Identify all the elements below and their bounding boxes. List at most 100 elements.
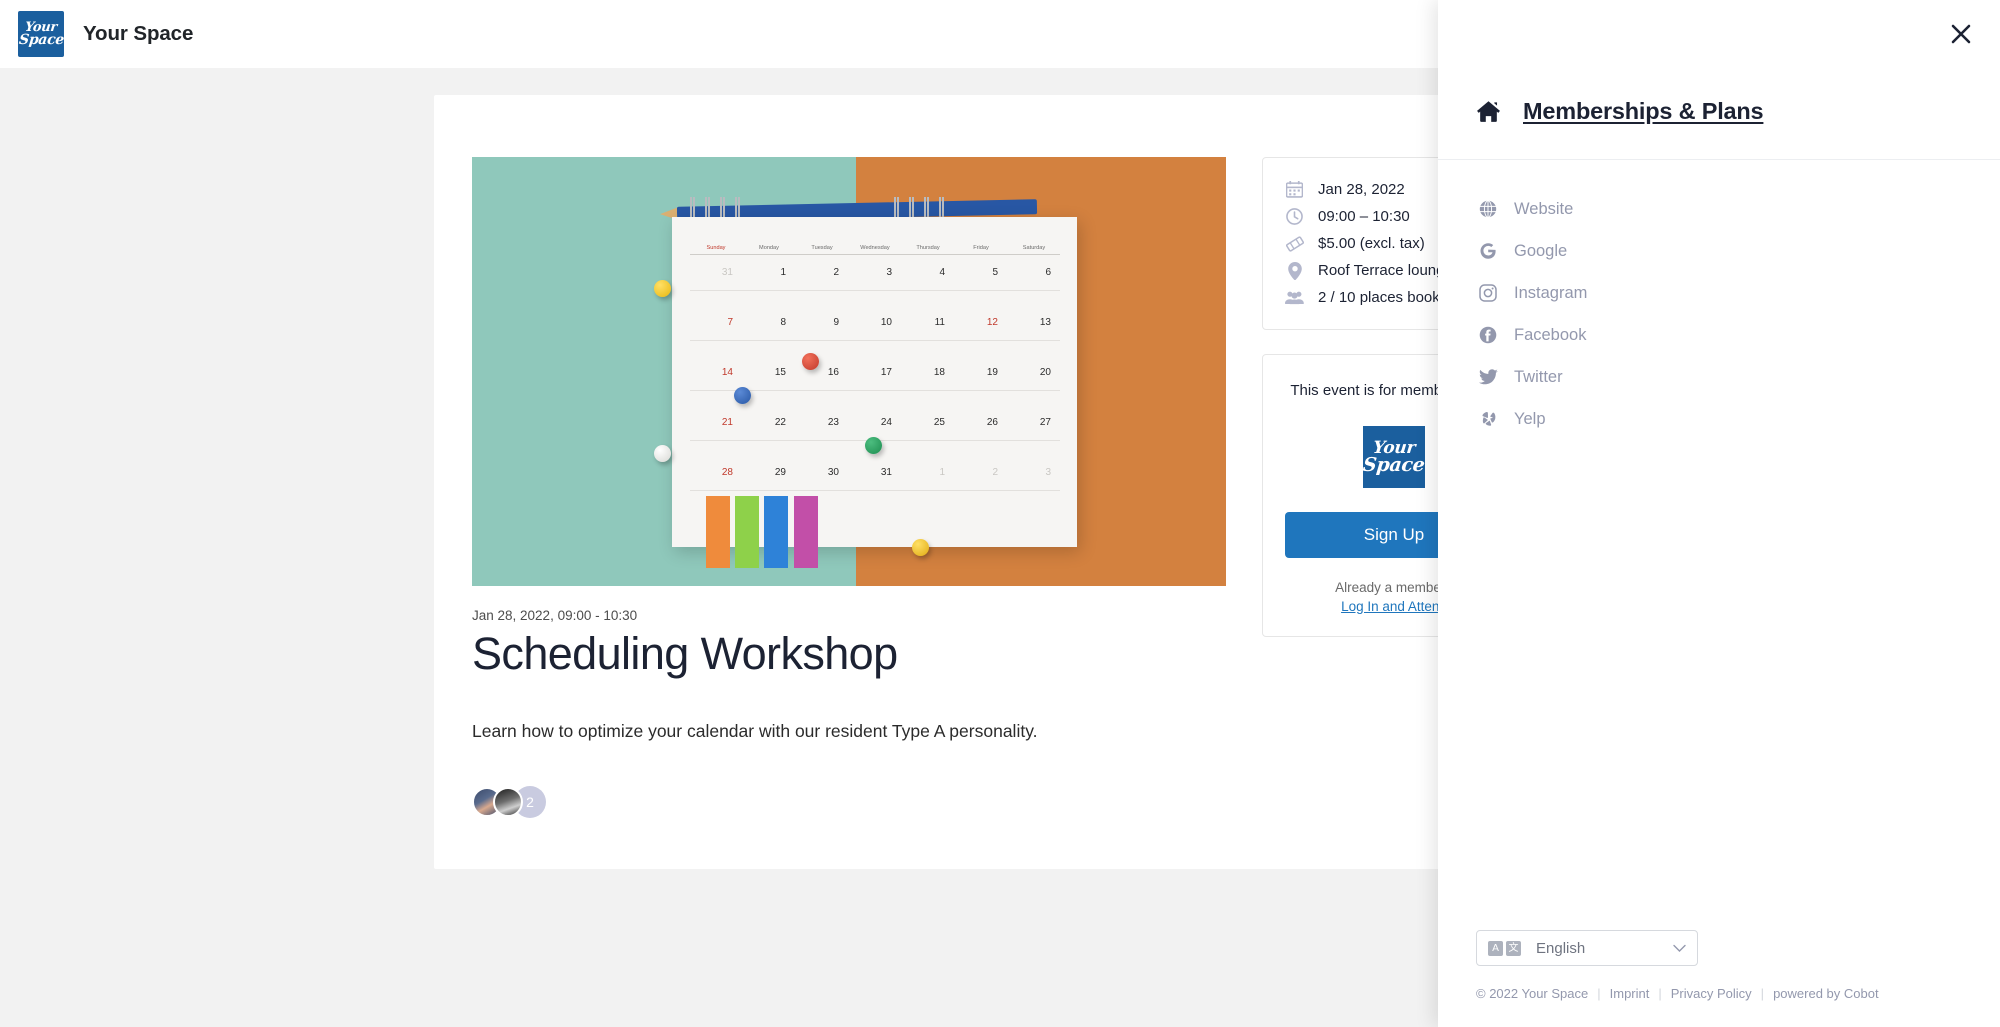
footer-separator: | — [1597, 986, 1601, 1001]
language-value: English — [1536, 939, 1586, 957]
overlay-link-twitter[interactable]: Twitter — [1476, 356, 1962, 398]
twitter-icon — [1476, 369, 1500, 385]
signup-logo-line2: Space — [1363, 453, 1425, 476]
translate-icon: A文 — [1488, 940, 1524, 956]
hero-calendar-week: 7 8 9 10 11 12 13 — [690, 317, 1060, 341]
footer-imprint-link[interactable]: Imprint — [1610, 986, 1650, 1001]
overlay-link-label: Website — [1514, 199, 1574, 218]
hero-calendar-day: 1 — [939, 467, 945, 478]
clock-icon — [1285, 208, 1304, 225]
overlay-link-label: Facebook — [1514, 325, 1587, 344]
hero-weekday: Monday — [759, 245, 779, 251]
memberships-and-plans-link[interactable]: Memberships & Plans — [1523, 98, 1764, 125]
overlay-footer: A文 English © 2022 Your Space | Imprint |… — [1438, 930, 2000, 1027]
hero-calendar-day: 7 — [727, 317, 733, 328]
hero-calendar-day: 23 — [827, 417, 839, 428]
event-main-column: Sunday Monday Tuesday Wednesday Thursday Frid… — [472, 157, 1226, 819]
hero-weekday: Wednesday — [860, 245, 890, 251]
overlay-link-instagram[interactable]: Instagram — [1476, 272, 1962, 314]
app-root: Your Space Your Space Sunday Monday Tuesda… — [0, 0, 2000, 1027]
hero-weekday: Thursday — [916, 245, 940, 251]
globe-icon — [1476, 200, 1500, 218]
hero-calendar-day: 16 — [827, 367, 839, 378]
hero-calendar-day: 28 — [721, 467, 733, 478]
event-detail-text: $5.00 (excl. tax) — [1318, 235, 1425, 252]
hero-calendar-day: 9 — [833, 317, 839, 328]
hero-tab-orange — [706, 496, 730, 568]
hero-pin-yellow — [654, 280, 671, 297]
translate-icon-a: A — [1488, 940, 1503, 956]
hero-calendar-day: 21 — [721, 417, 733, 428]
translate-icon-b: 文 — [1506, 940, 1521, 956]
hero-weekday: Friday — [973, 245, 989, 251]
site-title: Your Space — [83, 22, 194, 45]
event-detail-text: Jan 28, 2022 — [1318, 181, 1405, 198]
hero-calendar-day: 24 — [880, 417, 892, 428]
footer-separator: | — [1760, 986, 1765, 1001]
footer-links: © 2022 Your Space | Imprint | Privacy Po… — [1476, 986, 1962, 1001]
hero-calendar-day: 15 — [774, 367, 786, 378]
event-hero-image: Sunday Monday Tuesday Wednesday Thursday Frid… — [472, 157, 1226, 586]
calendar-icon — [1285, 181, 1304, 198]
hero-calendar-day: 31 — [880, 467, 892, 478]
overlay-link-website[interactable]: Website — [1476, 188, 1962, 230]
hero-weekday: Saturday — [1022, 245, 1046, 251]
hero-tab-green — [735, 496, 759, 568]
hero-calendar-day: 1 — [780, 267, 786, 278]
hero-tab-magenta — [794, 496, 818, 568]
overlay-links-list: Website Google Instagram Facebook Twitter Yel… — [1438, 160, 2000, 440]
hero-pin-red — [802, 353, 819, 370]
hero-calendar-day: 8 — [780, 317, 786, 328]
hero-calendar-day: 12 — [986, 317, 998, 328]
hero-calendar-day: 10 — [880, 317, 892, 328]
signup-brand-logo: Your Space — [1363, 425, 1425, 488]
home-icon — [1476, 100, 1501, 123]
close-icon[interactable] — [1944, 17, 1978, 51]
side-overlay-panel: Memberships & Plans Website Google Instagr… — [1438, 0, 2000, 1027]
overlay-link-label: Yelp — [1514, 409, 1546, 428]
hero-calendar-day: 2 — [833, 267, 839, 278]
hero-calendar-day: 25 — [933, 417, 945, 428]
hero-pin-yellow-2 — [912, 539, 929, 556]
event-detail-text: 2 / 10 places booked — [1318, 289, 1457, 306]
hero-calendar-day: 31 — [721, 267, 733, 278]
hero-calendar-day: 4 — [939, 267, 945, 278]
brand-logo[interactable]: Your Space — [18, 11, 64, 57]
overlay-link-label: Twitter — [1514, 367, 1563, 386]
hero-weekday: Sunday — [706, 245, 726, 251]
hero-calendar-day: 27 — [1039, 417, 1051, 428]
overlay-link-facebook[interactable]: Facebook — [1476, 314, 1962, 356]
footer-privacy-policy-link[interactable]: Privacy Policy — [1671, 986, 1752, 1001]
hero-calendar-day: 29 — [774, 467, 786, 478]
footer-powered-by-link[interactable]: powered by Cobot — [1773, 986, 1879, 1001]
hero-calendar-day: 20 — [1039, 367, 1051, 378]
overlay-spacer — [1438, 440, 2000, 930]
brand-logo-line2: Space — [18, 32, 64, 48]
chevron-down-icon — [1673, 944, 1686, 953]
hero-calendar-day: 3 — [1045, 467, 1051, 478]
hero-calendar-day: 2 — [992, 467, 998, 478]
event-datetime: Jan 28, 2022, 09:00 - 10:30 — [472, 608, 638, 623]
hero-calendar-day: 18 — [933, 367, 945, 378]
google-icon — [1476, 242, 1500, 260]
facebook-icon — [1476, 326, 1500, 344]
overlay-link-google[interactable]: Google — [1476, 230, 1962, 272]
hero-calendar-week: 28 29 30 31 1 2 3 — [690, 467, 1060, 491]
hero-calendar-week: 31 1 2 3 4 5 6 — [690, 267, 1060, 291]
hero-calendar-day: 5 — [992, 267, 998, 278]
location-pin-icon — [1285, 261, 1304, 280]
language-selector[interactable]: A文 English — [1476, 930, 1698, 966]
overlay-link-label: Google — [1514, 241, 1568, 260]
hero-pin-blue — [734, 387, 751, 404]
hero-calendar-day: 26 — [986, 417, 998, 428]
hero-calendar-weekdays: Sunday Monday Tuesday Wednesday Thursday Frid… — [690, 245, 1060, 255]
hero-calendar-day: 30 — [827, 467, 839, 478]
instagram-icon — [1476, 284, 1500, 302]
overlay-link-yelp[interactable]: Yelp — [1476, 398, 1962, 440]
attendee-avatars: 2 — [472, 786, 1226, 819]
hero-calendar-day: 3 — [886, 267, 892, 278]
hero-calendar-day: 17 — [880, 367, 892, 378]
event-detail-text: Roof Terrace lounge — [1318, 262, 1453, 279]
event-card: Sunday Monday Tuesday Wednesday Thursday Frid… — [434, 95, 1564, 869]
hero-calendar-day: 22 — [774, 417, 786, 428]
